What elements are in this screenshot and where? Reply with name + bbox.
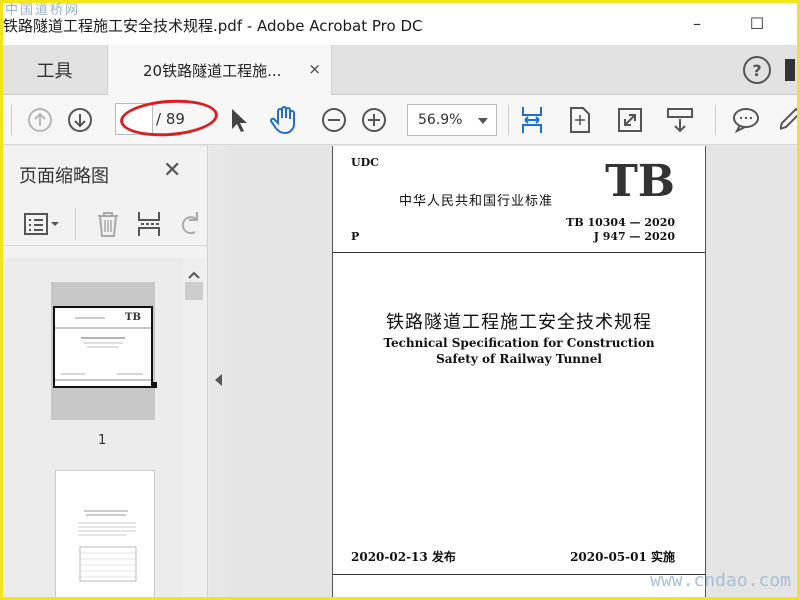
pen-icon[interactable] [775,105,797,135]
tb-logo: TB [605,156,675,207]
comment-icon[interactable] [731,105,761,135]
document-title-en-2: Safety of Railway Tunnel [436,352,602,366]
help-button[interactable]: ? [743,56,771,84]
window-title: 铁路隧道工程施工安全技术规程.pdf - Adobe Acrobat Pro D… [3,17,423,35]
thumbnail-panel: 页面缩略图 ✕ TB 1 [3,146,208,597]
panel-divider [75,208,76,240]
tab-document[interactable]: 20铁路隧道工程施... × [107,45,332,95]
zoom-in-icon[interactable] [359,105,389,135]
scrollbar-thumb[interactable] [185,282,203,300]
panel-title: 页面缩略图 [19,166,109,187]
tab-bar: 工具 20铁路隧道工程施... × ? [3,45,797,95]
standard-name: 中华人民共和国行业标准 [399,194,554,209]
hand-tool-icon[interactable] [269,105,299,135]
thumbnail-label: 1 [98,433,107,448]
zoom-out-icon[interactable] [319,105,349,135]
toolbar-divider [715,105,716,135]
fit-width-icon[interactable] [517,105,547,135]
panel-collapse-handle[interactable] [210,146,228,597]
select-arrow-icon[interactable] [223,105,253,135]
panel-toolbar [3,202,208,246]
minimize-button[interactable]: – [683,11,711,35]
scroll-mode-icon[interactable] [665,105,695,135]
tab-close-button[interactable]: × [308,60,321,78]
panel-close-button[interactable]: ✕ [163,158,181,183]
document-view[interactable]: UDC 中华人民共和国行业标准 TB TB 10304 — 2020 J 947… [228,146,797,597]
udc-label: UDC [351,156,379,169]
zoom-value: 56.9% [418,112,463,128]
resize-handle[interactable] [151,382,157,388]
zoom-select[interactable]: 56.9% [407,104,497,136]
maximize-button[interactable]: ☐ [743,11,771,35]
thumbnail-scrollbar[interactable] [183,258,205,597]
account-icon[interactable] [785,59,795,81]
issue-date: 2020-02-13 发布 [351,550,456,564]
insert-icon[interactable] [137,210,163,242]
watermark-bottom: www.cndao.com [650,570,791,591]
document-title-en-1: Technical Specification for Construction [383,336,655,350]
record-code: J 947 — 2020 [593,230,675,243]
rotate-icon[interactable] [179,210,201,242]
thumbnail-options-icon[interactable] [23,212,61,240]
category-mark: P [351,230,360,243]
chevron-up-icon[interactable] [188,264,200,283]
app-window: 中国道桥网 铁路隧道工程施工安全技术规程.pdf - Adobe Acrobat… [3,3,797,597]
thumbnail-page-image: TB [53,306,153,388]
thumbnail-page-2[interactable] [55,470,155,597]
full-screen-icon[interactable] [615,105,645,135]
fit-page-icon[interactable] [565,105,595,135]
tab-tools[interactable]: 工具 [3,45,106,95]
implement-date: 2020-05-01 实施 [570,550,675,564]
document-page: UDC 中华人民共和国行业标准 TB TB 10304 — 2020 J 947… [332,146,706,597]
thumbnail-page-1[interactable]: TB [51,282,157,420]
toolbar-divider [11,105,12,135]
prev-page-icon[interactable] [25,105,55,135]
standard-code: TB 10304 — 2020 [566,216,675,229]
delete-icon[interactable] [95,210,121,242]
divider [333,252,705,253]
next-page-icon[interactable] [65,105,95,135]
toolbar-divider [508,105,509,135]
svg-text:TB: TB [125,312,141,323]
title-bar: 中国道桥网 铁路隧道工程施工安全技术规程.pdf - Adobe Acrobat… [3,3,797,45]
document-title-cn: 铁路隧道工程施工安全技术规程 [386,312,652,333]
chevron-down-icon [478,118,488,124]
thumbnail-list: TB 1 [3,258,183,597]
chevron-left-icon [215,374,222,386]
tab-document-label: 20铁路隧道工程施... [143,61,282,80]
